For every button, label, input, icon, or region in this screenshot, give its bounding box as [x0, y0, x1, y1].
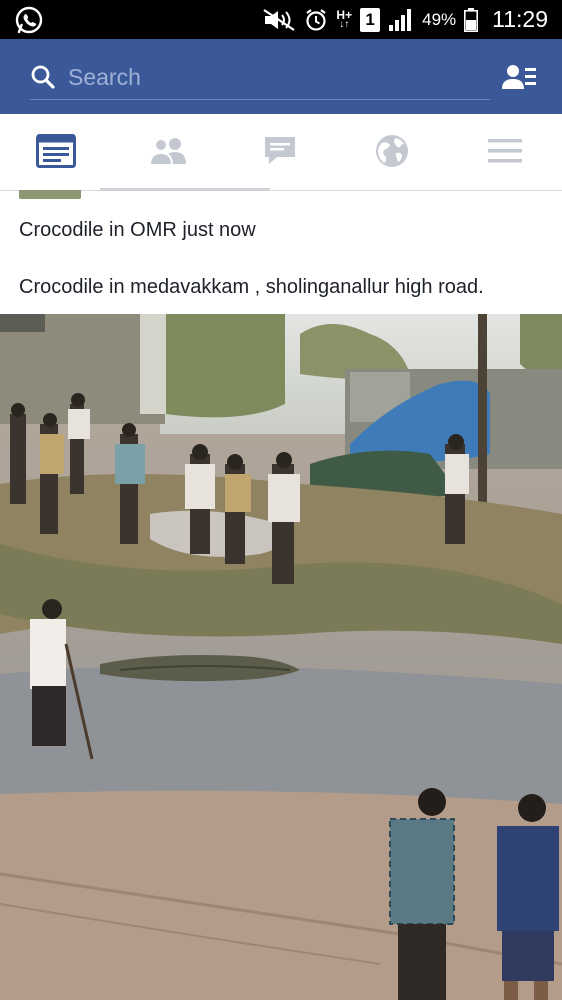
author-avatar-partial[interactable]: [19, 190, 81, 199]
news-feed-icon: [36, 134, 76, 168]
battery-icon: [464, 7, 479, 32]
search-header: Search: [0, 39, 562, 114]
alarm-icon: [304, 8, 328, 32]
post-photo[interactable]: [0, 314, 562, 1000]
mute-icon: [262, 8, 296, 32]
whatsapp-icon: [14, 5, 44, 35]
network-icon: H+ ↓↑: [336, 7, 353, 30]
signal-icon: [388, 8, 414, 32]
clock: 11:29: [492, 6, 548, 32]
menu-icon: [488, 139, 522, 163]
tab-notifications[interactable]: [369, 128, 415, 174]
search-underline: [30, 99, 490, 100]
friend-requests-icon[interactable]: [502, 63, 538, 93]
sim-icon: 1: [360, 7, 381, 32]
tab-more[interactable]: [482, 128, 528, 174]
search-input[interactable]: Search: [68, 59, 488, 95]
status-bar: H+ ↓↑ 1 49% 11:29: [0, 0, 562, 39]
tab-bar: [0, 114, 562, 191]
tab-news-feed[interactable]: [33, 128, 79, 174]
tab-messages[interactable]: [257, 128, 303, 174]
messages-icon: [265, 137, 295, 164]
post-text-line-1: Crocodile in OMR just now: [19, 219, 256, 241]
friends-icon: [148, 138, 186, 166]
search-icon[interactable]: [30, 64, 56, 90]
tab-friends[interactable]: [145, 128, 191, 174]
post-text-line-2: Crocodile in medavakkam , sholinganallur…: [19, 276, 484, 298]
globe-icon: [376, 135, 408, 167]
author-line-partial: [100, 188, 270, 191]
battery-percent: 49%: [422, 9, 457, 29]
